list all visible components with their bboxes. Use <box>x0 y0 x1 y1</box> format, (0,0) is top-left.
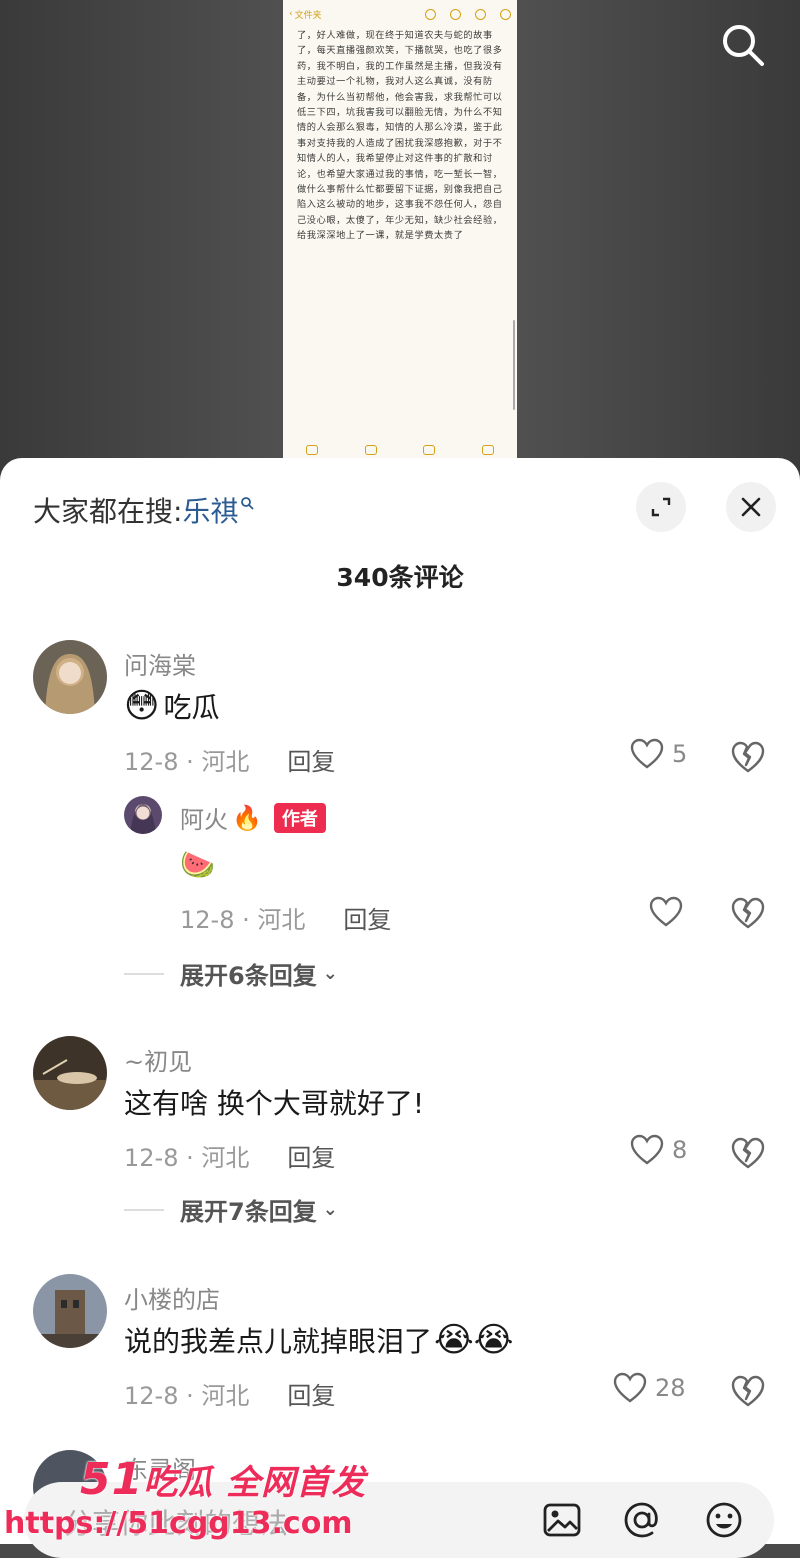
search-small-icon <box>241 497 254 510</box>
close-button[interactable] <box>726 482 776 532</box>
chevron-down-icon: ⌄ <box>322 1199 338 1220</box>
comment-text: 这有啥 换个大哥就好了! <box>124 1087 425 1120</box>
reply-button[interactable]: 回复 <box>287 742 335 777</box>
notes-bottom-toolbar <box>283 440 517 460</box>
watermark-number: 51 <box>80 1454 144 1505</box>
share-icon <box>475 8 486 20</box>
melon-eating-emoji-icon: 😳 <box>124 686 160 726</box>
like-count: 5 <box>672 740 688 768</box>
comment-sheet: 大家都在搜: 乐祺 340条评论 问海棠 😳 吃瓜 12-8 · 河北 回复 5… <box>0 458 800 1558</box>
like-button[interactable]: 8 <box>630 1134 687 1166</box>
trending-search[interactable]: 大家都在搜: 乐祺 <box>33 490 254 530</box>
comment-text: 😳 吃瓜 <box>124 686 220 726</box>
avatar[interactable] <box>33 1036 107 1110</box>
divider <box>124 1208 164 1211</box>
comment-date-location: 12-8 · 河北 <box>124 1382 250 1410</box>
heart-icon <box>630 738 664 769</box>
notes-toolbar: ‹ 文件夹 <box>283 0 517 28</box>
like-count: 28 <box>655 1374 686 1402</box>
broken-heart-icon[interactable] <box>730 1136 766 1170</box>
like-count: 8 <box>672 1136 688 1164</box>
comment-meta: 12-8 · 河北 回复 <box>124 742 335 777</box>
emoji-icon[interactable] <box>704 1500 744 1540</box>
watermark-text: 吃瓜 全网首发 <box>143 1463 367 1503</box>
notes-text: 了，好人难做，现在终于知道农夫与蛇的故事了，每天直播强颜欢笑，下播就哭，也吃了很… <box>297 30 503 242</box>
expand-icon <box>651 497 671 517</box>
checklist-icon <box>306 445 319 455</box>
more-icon <box>500 8 511 20</box>
expand-sheet-button[interactable] <box>636 482 686 532</box>
fire-icon: 🔥 <box>232 803 262 832</box>
reply-button[interactable]: 回复 <box>287 1138 335 1173</box>
reply-date-location: 12-8 · 河北 <box>180 906 306 934</box>
reply-meta: 12-8 · 河北 回复 <box>180 900 391 935</box>
markup-icon <box>423 445 436 455</box>
trending-term[interactable]: 乐祺 <box>182 490 238 530</box>
close-icon <box>741 497 761 517</box>
crying-face-icon: 😭 <box>473 1320 514 1360</box>
search-icon[interactable] <box>718 20 768 70</box>
reply-reply-button[interactable]: 回复 <box>343 900 391 935</box>
divider <box>124 972 164 975</box>
comment-meta: 12-8 · 河北 回复 <box>124 1138 335 1173</box>
comment-username[interactable]: 问海棠 <box>124 646 196 681</box>
reply-text: 🍉 <box>180 848 215 881</box>
broken-heart-icon[interactable] <box>730 1374 766 1408</box>
camera-icon <box>364 445 377 455</box>
compose-icon <box>481 445 494 455</box>
comment-count: 340条评论 <box>336 563 464 592</box>
undo-icon <box>425 8 436 20</box>
notes-scrollbar <box>513 320 515 410</box>
mention-icon[interactable] <box>622 1500 662 1540</box>
comment-date-location: 12-8 · 河北 <box>124 748 250 776</box>
comment-date-location: 12-8 · 河北 <box>124 1144 250 1172</box>
comment-text: 说的我差点儿就掉眼泪了 😭 😭 <box>124 1320 514 1360</box>
reply-username[interactable]: 阿火 <box>180 800 228 835</box>
heart-icon[interactable] <box>649 896 683 928</box>
reply-button[interactable]: 回复 <box>287 1376 335 1411</box>
notes-back-label: 文件夹 <box>294 10 322 21</box>
crying-face-icon: 😭 <box>434 1320 474 1360</box>
reply-username-row: 阿火 🔥 作者 <box>180 800 326 835</box>
heart-icon <box>613 1372 647 1403</box>
comment-username[interactable]: ~初见 <box>124 1042 192 1077</box>
heart-icon <box>630 1134 664 1165</box>
avatar[interactable] <box>33 1274 107 1348</box>
comment-meta: 12-8 · 河北 回复 <box>124 1376 335 1411</box>
redo-icon <box>450 8 461 20</box>
trending-prefix: 大家都在搜: <box>33 495 183 528</box>
expand-replies-button[interactable]: 展开7条回复 ⌄ <box>124 1192 338 1227</box>
author-badge: 作者 <box>273 802 326 833</box>
video-frame-notes-screenshot: ‹ 文件夹 了，好人难做，现在终于知道农夫与蛇的故事了，每天直播强颜欢笑，下播就… <box>283 0 517 470</box>
broken-heart-icon[interactable] <box>730 896 766 930</box>
broken-heart-icon[interactable] <box>730 740 766 774</box>
comment-username[interactable]: 小楼的店 <box>124 1280 220 1315</box>
chevron-left-icon: ‹ <box>289 9 293 19</box>
expand-replies-button[interactable]: 展开6条回复 ⌄ <box>124 956 338 991</box>
reply-avatar[interactable] <box>124 796 162 834</box>
avatar[interactable] <box>33 640 107 714</box>
image-icon[interactable] <box>542 1500 582 1540</box>
watermark-line-1: 51吃瓜 全网首发 <box>80 1454 366 1505</box>
like-button[interactable]: 28 <box>613 1372 686 1404</box>
notes-back: ‹ 文件夹 <box>289 8 322 21</box>
like-button[interactable]: 5 <box>630 738 687 770</box>
chevron-down-icon: ⌄ <box>322 963 338 984</box>
watermark-url: https://51cgg13.com <box>4 1506 353 1541</box>
